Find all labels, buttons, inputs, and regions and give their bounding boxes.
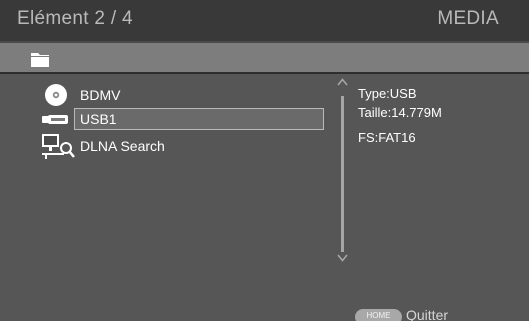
home-button-label: HOME bbox=[366, 311, 391, 320]
list-item-dlna-search[interactable]: DLNA Search bbox=[42, 134, 328, 159]
list-item-bdmv[interactable]: BDMV bbox=[42, 83, 328, 108]
scrollbar-track[interactable] bbox=[341, 96, 344, 252]
folder-icon bbox=[31, 53, 49, 67]
path-bar bbox=[0, 41, 529, 74]
usb-icon bbox=[42, 115, 68, 124]
header-bar: Elément 2 / 4 MEDIA bbox=[0, 0, 529, 41]
info-type: Type:USB bbox=[358, 86, 417, 101]
list-item-label: BDMV bbox=[80, 87, 121, 103]
scroll-down-arrow-icon[interactable] bbox=[337, 254, 348, 262]
media-browser-screen: Elément 2 / 4 MEDIA BDMV USB1 DLNA Searc… bbox=[0, 0, 529, 321]
list-item-label: USB1 bbox=[80, 111, 117, 127]
list-item-label: DLNA Search bbox=[80, 138, 165, 154]
home-button-icon: HOME bbox=[355, 309, 402, 321]
disc-icon bbox=[45, 84, 67, 106]
info-size: Taille:14.779M bbox=[358, 105, 442, 120]
quit-hint: Quitter bbox=[406, 307, 449, 321]
list-item-usb1[interactable]: USB1 bbox=[42, 107, 328, 132]
mode-label: MEDIA bbox=[437, 8, 499, 29]
info-filesystem: FS:FAT16 bbox=[358, 130, 416, 145]
dlna-search-icon bbox=[42, 134, 75, 159]
item-counter-title: Elément 2 / 4 bbox=[17, 8, 133, 29]
scroll-up-arrow-icon[interactable] bbox=[337, 78, 348, 86]
